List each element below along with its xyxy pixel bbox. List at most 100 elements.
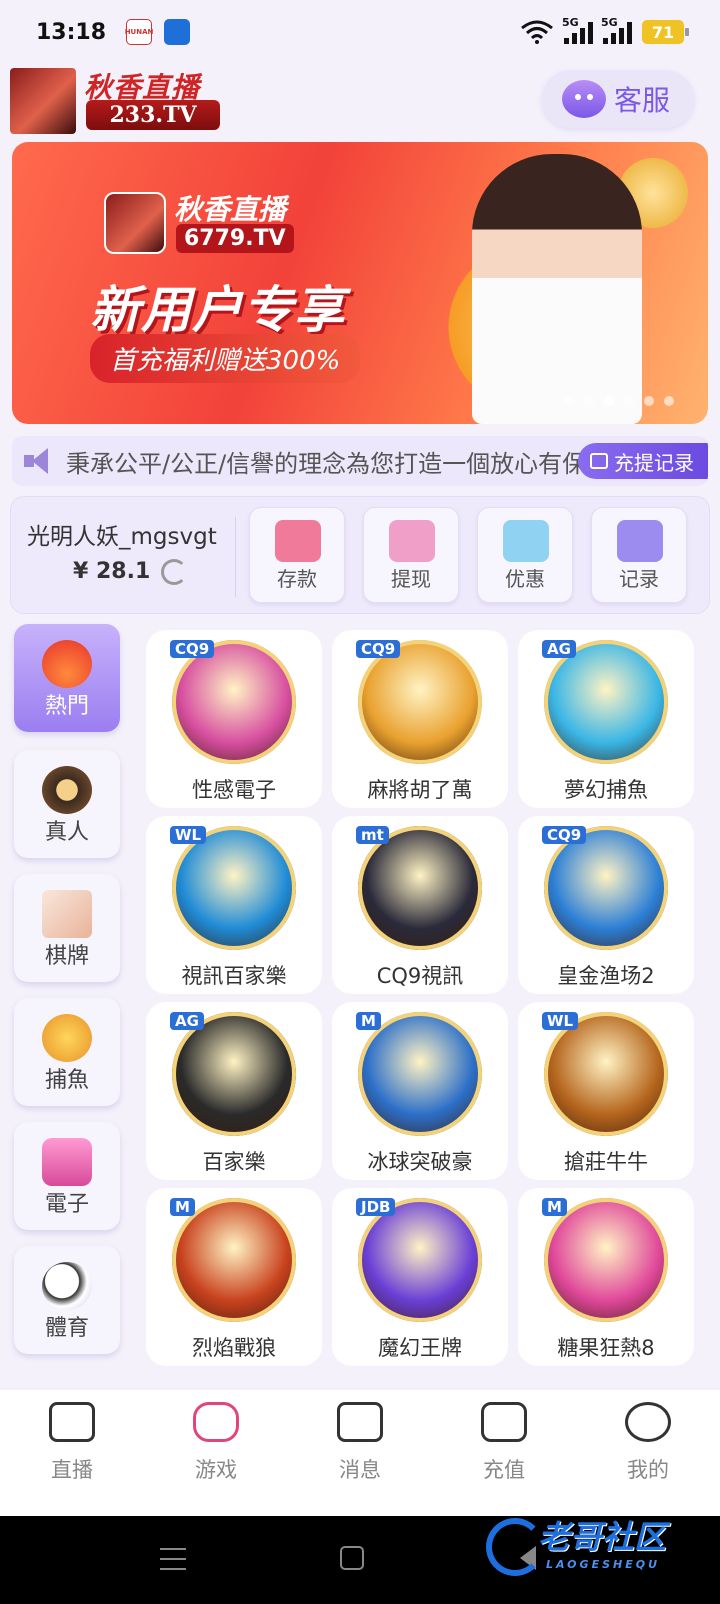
category-fishing[interactable]: 捕魚: [14, 998, 120, 1106]
balance: ¥ 28.1: [73, 559, 151, 584]
signal-icon-2: 5G: [601, 16, 632, 44]
card-icon: [275, 520, 321, 562]
game-card[interactable]: M 冰球突破豪: [332, 1002, 508, 1180]
game-name: 性感電子: [192, 778, 276, 802]
game-card[interactable]: WL 視訊百家樂: [146, 816, 322, 994]
game-card[interactable]: M 糖果狂熱8: [518, 1188, 694, 1366]
home-icon[interactable]: [340, 1546, 364, 1570]
pagination-dot[interactable]: [624, 396, 634, 406]
wallet-icon: [481, 1402, 527, 1442]
category-label: 體育: [44, 1316, 89, 1341]
playing-card-icon: [42, 890, 92, 938]
game-card[interactable]: AG 百家樂: [146, 1002, 322, 1180]
tab-label: 消息: [339, 1458, 381, 1482]
game-thumbnail: [544, 1198, 668, 1322]
vendor-badge: M: [542, 1198, 567, 1216]
deposit-label: 存款: [277, 567, 317, 591]
vendor-badge: CQ9: [356, 640, 401, 658]
game-name: 夢幻捕魚: [564, 778, 648, 802]
game-thumbnail: [544, 1012, 668, 1136]
pagination-dot[interactable]: [644, 396, 654, 406]
game-thumbnail: [358, 1198, 482, 1322]
withdraw-label: 提现: [391, 567, 431, 591]
game-card[interactable]: mt CQ9視訊: [332, 816, 508, 994]
game-name: 視訊百家樂: [181, 964, 287, 988]
vendor-badge: WL: [170, 826, 207, 844]
promotion-button[interactable]: 优惠: [477, 507, 573, 603]
pagination-dot[interactable]: [564, 396, 574, 406]
notification-app-icon-2: [164, 19, 191, 45]
records-label: 记录: [619, 567, 659, 591]
banner-pagination: [564, 396, 674, 406]
soccer-ball-icon: [42, 1262, 92, 1310]
deposit-button[interactable]: 存款: [249, 507, 345, 603]
fish-icon: [42, 1014, 92, 1062]
tab-label: 游戏: [195, 1458, 237, 1482]
bar-chart-icon: [617, 520, 663, 562]
game-name: 搶莊牛牛: [564, 1150, 648, 1174]
casino-chip-icon: [42, 766, 92, 814]
category-cards[interactable]: 棋牌: [14, 874, 120, 982]
category-label: 棋牌: [44, 944, 89, 969]
tab-games[interactable]: 游戏: [156, 1402, 276, 1516]
wifi-icon: [520, 20, 554, 44]
game-name: 烈焰戰狼: [192, 1336, 276, 1360]
money-bag-icon: [389, 520, 435, 562]
game-card[interactable]: CQ9 麻將胡了萬: [332, 630, 508, 808]
game-name: 糖果狂熱8: [557, 1336, 655, 1360]
smiley-face-icon: [625, 1402, 671, 1442]
tab-label: 充值: [483, 1458, 525, 1482]
game-thumbnail: [172, 640, 296, 764]
bottom-tab-bar: 直播 游戏 消息 充值 我的: [0, 1390, 720, 1516]
pagination-dot[interactable]: [664, 396, 674, 406]
chat-bubble-icon: [337, 1402, 383, 1442]
tab-recharge[interactable]: 充值: [444, 1402, 564, 1516]
game-thumbnail: [358, 640, 482, 764]
vendor-badge: CQ9: [542, 826, 587, 844]
category-label: 真人: [44, 820, 89, 845]
category-sports[interactable]: 體育: [14, 1246, 120, 1354]
banner-brand: 秋香直播: [174, 193, 287, 226]
category-slots[interactable]: 電子: [14, 1122, 120, 1230]
promotion-label: 优惠: [505, 567, 545, 591]
game-thumbnail: [358, 826, 482, 950]
category-hot[interactable]: 熱門: [14, 624, 120, 732]
vendor-badge: M: [356, 1012, 381, 1030]
records-button[interactable]: 记录: [591, 507, 687, 603]
withdraw-button[interactable]: 提现: [363, 507, 459, 603]
game-thumbnail: [172, 1012, 296, 1136]
customer-service-button[interactable]: 客服: [542, 70, 694, 128]
tab-messages[interactable]: 消息: [300, 1402, 420, 1516]
pagination-dot[interactable]: [584, 396, 594, 406]
game-card[interactable]: AG 夢幻捕魚: [518, 630, 694, 808]
watermark-subtext: LAOGESHEQU: [546, 1558, 661, 1571]
divider: [235, 517, 236, 597]
category-live[interactable]: 真人: [14, 750, 120, 858]
game-name: 魔幻王牌: [378, 1336, 462, 1360]
category-label: 電子: [44, 1192, 89, 1217]
tab-live[interactable]: 直播: [12, 1402, 132, 1516]
game-thumbnail: [358, 1012, 482, 1136]
game-card[interactable]: JDB 魔幻王牌: [332, 1188, 508, 1366]
vendor-badge: AG: [170, 1012, 204, 1030]
banner-title: 新用户专享: [90, 281, 345, 339]
game-card[interactable]: CQ9 皇金渔场2: [518, 816, 694, 994]
game-card[interactable]: WL 搶莊牛牛: [518, 1002, 694, 1180]
game-thumbnail: [544, 640, 668, 764]
transaction-record-button[interactable]: 充提记录: [578, 443, 708, 479]
gamepad-icon: [193, 1402, 239, 1442]
pagination-dot[interactable]: [604, 396, 614, 406]
game-thumbnail: [544, 826, 668, 950]
game-card[interactable]: M 烈焰戰狼: [146, 1188, 322, 1366]
game-name: 百家樂: [202, 1150, 266, 1174]
status-bar: 13:18 HUNAN 5G 5G 71: [0, 0, 720, 64]
banner-model-image: [472, 154, 642, 424]
slot-machine-icon: [42, 1138, 92, 1186]
watermark: 老哥社区 LAOGESHEQU: [486, 1512, 706, 1582]
username: 光明人妖_mgsvgt: [27, 524, 217, 550]
game-card[interactable]: CQ9 性感電子: [146, 630, 322, 808]
recent-apps-icon[interactable]: [160, 1548, 186, 1570]
tab-profile[interactable]: 我的: [588, 1402, 708, 1516]
promo-banner[interactable]: 秋香直播 6779.TV 新用户专享 首充福利赠送300%: [12, 142, 708, 424]
refresh-icon[interactable]: [161, 559, 187, 585]
